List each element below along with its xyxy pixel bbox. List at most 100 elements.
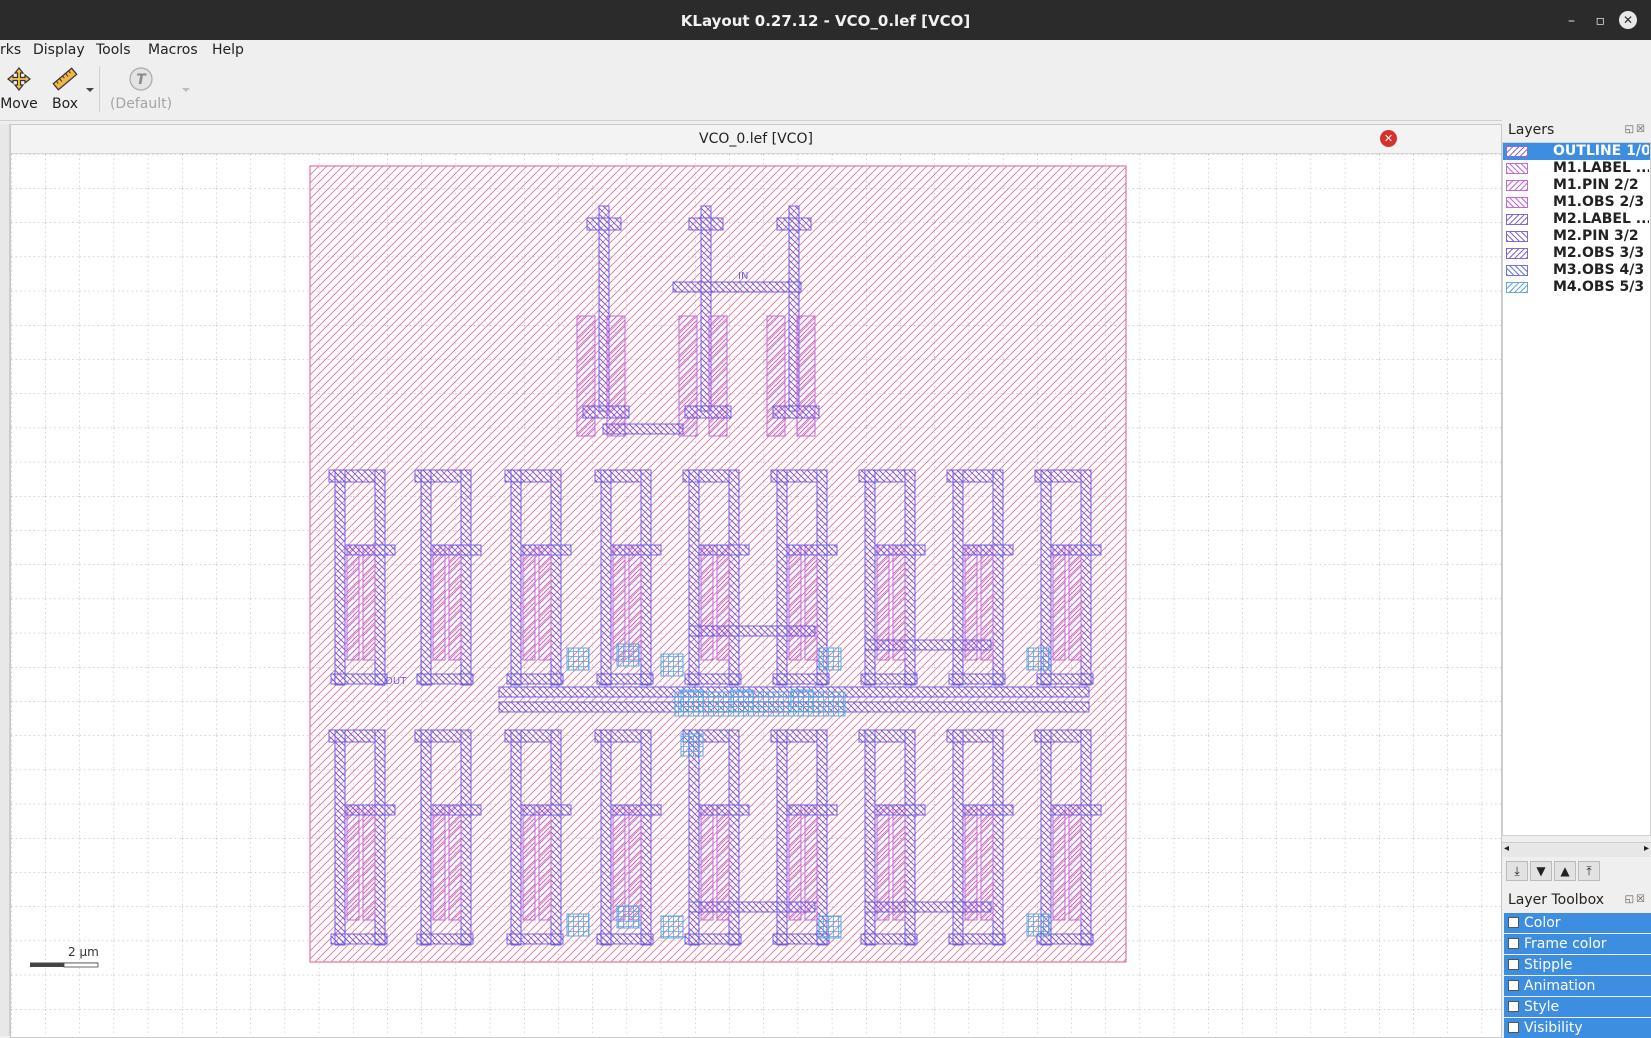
menu-macros[interactable]: Macros — [148, 42, 198, 58]
move-tool-label: Move — [0, 96, 38, 112]
m2-shape — [582, 405, 630, 419]
scroll-left-icon[interactable]: ◂ — [1504, 843, 1509, 854]
m2-shape — [328, 469, 376, 483]
layer-row[interactable]: M2.LABEL ... — [1503, 211, 1650, 228]
m2-shape — [600, 469, 612, 686]
m2-shape — [420, 729, 432, 946]
window-close-icon[interactable]: ✕ — [1619, 11, 1637, 29]
text-icon: T — [129, 67, 153, 91]
layer-list[interactable]: OUTLINE 1/0 M1.LABEL ... M1.PIN 2/2 M1.OBS … — [1502, 142, 1651, 836]
m1-shape — [448, 544, 462, 661]
m2-shape — [640, 729, 652, 946]
m2-shape — [682, 469, 730, 483]
m2-shape — [860, 933, 918, 945]
checkbox-icon — [1508, 1022, 1519, 1033]
menu-display[interactable]: Display — [33, 42, 85, 58]
m1-shape — [1052, 544, 1066, 661]
layer-order-buttons: ⤓ ▼ ▲ ⤒ — [1506, 861, 1602, 881]
m1-shape — [522, 804, 536, 921]
layer-row[interactable]: M2.OBS 3/3 — [1503, 245, 1650, 262]
m2-shape — [858, 469, 906, 483]
m2-shape — [550, 729, 562, 946]
m2-shape — [430, 544, 482, 556]
toolbox-frame-color[interactable]: Frame color — [1504, 934, 1651, 954]
m1-shape — [716, 544, 730, 661]
layer-name: M1.PIN 2/2 — [1553, 177, 1639, 193]
layers-panel: Layers ◱☒ OUTLINE 1/0 M1.LABEL ... M1.PIN … — [1502, 120, 1651, 890]
layout-canvas[interactable]: IN OUT 2 µm — [11, 154, 1501, 1036]
m2-shape — [1040, 729, 1052, 946]
text-tool[interactable]: T (Default) — [106, 66, 176, 112]
checkbox-icon — [1508, 1001, 1519, 1012]
m2-shape — [344, 804, 396, 816]
layout-tab[interactable]: VCO_0.lef [VCO] ✕ — [11, 125, 1501, 154]
m1-shape — [346, 544, 360, 661]
m2-shape — [510, 729, 522, 946]
layer-row[interactable]: OUTLINE 1/0 — [1503, 143, 1650, 160]
move-to-top-icon[interactable]: ⤒ — [1578, 861, 1600, 881]
m3-via — [680, 733, 704, 757]
pin-label-out: OUT — [385, 676, 407, 687]
m2-shape — [688, 469, 700, 686]
m2-shape — [904, 729, 916, 946]
layer-name: OUTLINE 1/0 — [1553, 143, 1649, 159]
m2-shape — [416, 673, 474, 685]
layer-row[interactable]: M2.PIN 3/2 — [1503, 228, 1650, 245]
toolbox-animation[interactable]: Animation — [1504, 976, 1651, 996]
m2-shape — [374, 469, 386, 686]
dock-buttons-icon[interactable]: ◱☒ — [1625, 124, 1647, 135]
layer-list-scrollbar[interactable]: ◂ ▸ — [1502, 842, 1651, 857]
m2-shape — [414, 469, 462, 483]
scroll-right-icon[interactable]: ▸ — [1644, 843, 1649, 854]
m2-shape — [770, 469, 818, 483]
toolbar: Move Box T (Default) — [0, 62, 1651, 121]
m2-shape — [698, 804, 750, 816]
toolbox-visibility-label: Visibility — [1524, 1020, 1583, 1036]
minimize-icon[interactable]: – — [1568, 0, 1575, 42]
move-down-icon[interactable]: ▼ — [1530, 861, 1552, 881]
layers-panel-title: Layers — [1508, 122, 1555, 138]
m2-shape — [776, 729, 788, 946]
menu-bookmarks[interactable]: rks — [0, 42, 21, 58]
toolbox-style[interactable]: Style — [1504, 997, 1651, 1017]
m2-shape — [786, 804, 838, 816]
m2-shape — [860, 673, 918, 685]
checkbox-icon — [1508, 917, 1519, 928]
toolbox-dock-buttons-icon[interactable]: ◱☒ — [1625, 894, 1647, 905]
m2-shape — [952, 469, 964, 686]
menu-tools[interactable]: Tools — [96, 42, 131, 58]
layout-view[interactable]: VCO_0.lef [VCO] ✕ IN OUT 2 µm — [10, 124, 1502, 1038]
move-up-icon[interactable]: ▲ — [1554, 861, 1576, 881]
m1-shape — [432, 544, 446, 661]
m3-via — [818, 915, 842, 939]
m2-shape — [728, 469, 740, 686]
move-to-bottom-icon[interactable]: ⤓ — [1506, 861, 1528, 881]
close-layout-icon[interactable]: ✕ — [1380, 130, 1397, 147]
m2-shape — [330, 673, 388, 685]
maximize-icon[interactable]: ▫ — [1596, 0, 1606, 42]
layer-name: M1.OBS 2/3 — [1553, 194, 1645, 210]
toolbox-stipple[interactable]: Stipple — [1504, 955, 1651, 975]
box-tool[interactable]: Box — [48, 66, 82, 112]
move-tool[interactable]: Move — [0, 66, 38, 112]
layer-row[interactable]: M1.OBS 2/3 — [1503, 194, 1650, 211]
pin-label-in: IN — [738, 271, 748, 282]
layer-swatch-icon — [1506, 180, 1528, 191]
menu-bar: rks Display Tools Macros Help — [0, 40, 1651, 62]
layer-row[interactable]: M4.OBS 5/3 — [1503, 279, 1650, 296]
layer-row[interactable]: M3.OBS 4/3 — [1503, 262, 1650, 279]
menu-help[interactable]: Help — [212, 42, 244, 58]
toolbox-color[interactable]: Color — [1504, 913, 1651, 933]
toolbox-visibility[interactable]: Visibility — [1504, 1018, 1651, 1038]
layer-name: M2.LABEL ... — [1553, 211, 1649, 227]
box-dropdown-icon[interactable] — [85, 86, 95, 94]
m2-shape — [874, 804, 926, 816]
layer-row[interactable]: M1.PIN 2/2 — [1503, 177, 1650, 194]
layer-row[interactable]: M1.LABEL ... — [1503, 160, 1650, 177]
m2-shape — [344, 544, 396, 556]
layer-swatch-icon — [1506, 214, 1528, 225]
text-dropdown-icon[interactable] — [181, 86, 191, 94]
m3-via — [616, 905, 640, 929]
layer-swatch-icon — [1506, 163, 1528, 174]
m2-shape — [334, 729, 346, 946]
